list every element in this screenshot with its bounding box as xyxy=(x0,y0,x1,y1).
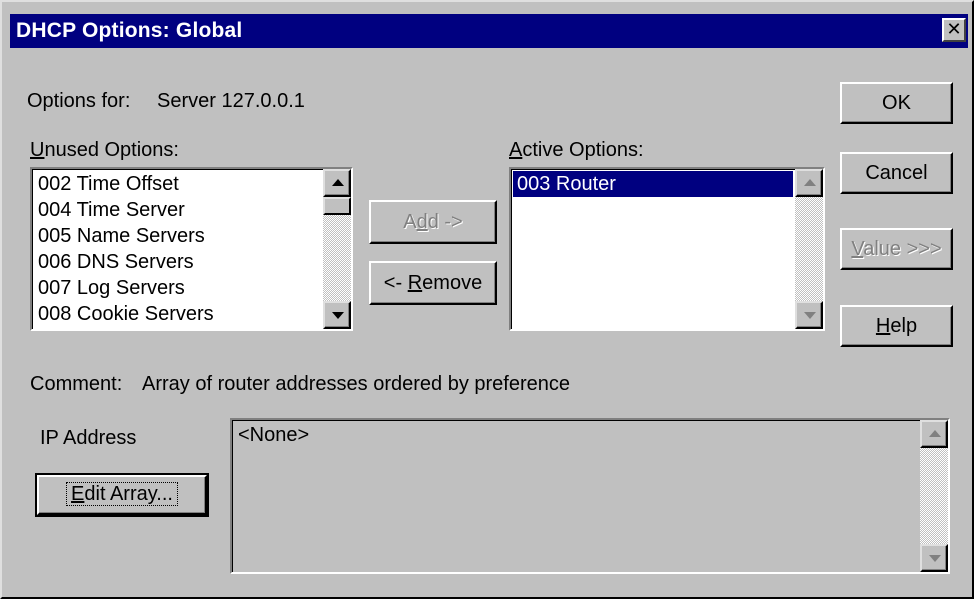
active-options-list[interactable]: 003 Router xyxy=(509,167,825,331)
ip-address-scrollbar[interactable] xyxy=(920,420,948,572)
list-item[interactable]: 004 Time Server xyxy=(34,197,321,223)
cancel-button[interactable]: Cancel xyxy=(840,152,953,194)
unused-options-scrollbar[interactable] xyxy=(323,169,351,329)
add-button[interactable]: Add -> xyxy=(369,200,497,244)
edit-array-mnemonic: E xyxy=(71,483,85,505)
list-item[interactable]: 002 Time Offset xyxy=(34,171,321,197)
close-icon[interactable]: ✕ xyxy=(942,18,966,42)
value-button-mnemonic: V xyxy=(851,238,864,260)
ip-address-value: <None> xyxy=(238,424,310,446)
value-button[interactable]: Value >>> xyxy=(840,228,953,270)
scroll-up-arrow-icon xyxy=(332,179,344,186)
scroll-down-arrow-icon xyxy=(804,312,816,319)
window-title: DHCP Options: Global xyxy=(16,19,243,42)
options-for-value: Server 127.0.0.1 xyxy=(157,90,305,112)
help-button-mnemonic: H xyxy=(875,315,891,337)
list-item[interactable]: 008 Cookie Servers xyxy=(34,301,321,327)
dhcp-options-dialog: DHCP Options: Global ✕ Options for: Serv… xyxy=(0,0,974,599)
remove-button[interactable]: <- Remove xyxy=(369,261,497,305)
comment-label: Comment: xyxy=(30,373,123,395)
add-button-text-a: A xyxy=(403,211,417,233)
scroll-down-button[interactable] xyxy=(920,544,948,572)
unused-options-mnemonic: U xyxy=(30,139,45,161)
unused-options-list[interactable]: 002 Time Offset 004 Time Server 005 Name… xyxy=(30,167,353,331)
scroll-up-arrow-icon xyxy=(929,430,941,437)
title-bar: DHCP Options: Global ✕ xyxy=(10,14,968,48)
edit-array-text: dit Array... xyxy=(84,483,173,505)
active-options-label: Active Options: xyxy=(509,139,644,162)
help-button[interactable]: Help xyxy=(840,305,953,347)
active-options-mnemonic: A xyxy=(509,139,523,161)
value-button-text: alue >>> xyxy=(863,238,942,260)
scroll-down-arrow-icon xyxy=(332,312,344,319)
unused-options-label: Unused Options: xyxy=(30,139,179,162)
comment-text: Array of router addresses ordered by pre… xyxy=(142,373,570,395)
add-button-mnemonic: d xyxy=(416,211,428,233)
remove-button-text-a: <- xyxy=(383,272,408,294)
scroll-down-arrow-icon xyxy=(929,555,941,562)
active-options-items: 003 Router xyxy=(513,171,793,197)
active-options-label-text: ctive Options: xyxy=(522,139,644,161)
help-button-text: elp xyxy=(890,315,918,337)
list-item[interactable]: 007 Log Servers xyxy=(34,275,321,301)
remove-button-mnemonic: R xyxy=(407,272,423,294)
list-item[interactable]: 005 Name Servers xyxy=(34,223,321,249)
ok-button[interactable]: OK xyxy=(840,82,953,124)
list-item[interactable]: 006 DNS Servers xyxy=(34,249,321,275)
remove-button-text-b: emove xyxy=(422,272,483,294)
scroll-up-button[interactable] xyxy=(323,169,351,197)
scroll-up-arrow-icon xyxy=(804,179,816,186)
scroll-up-button[interactable] xyxy=(920,420,948,448)
unused-options-items: 002 Time Offset 004 Time Server 005 Name… xyxy=(34,171,321,327)
list-item-selected[interactable]: 003 Router xyxy=(513,171,793,197)
unused-options-label-text: nused Options: xyxy=(44,139,179,161)
edit-array-button[interactable]: Edit Array... xyxy=(35,473,209,517)
active-options-scrollbar[interactable] xyxy=(795,169,823,329)
edit-array-focus: Edit Array... xyxy=(66,482,178,506)
scroll-down-button[interactable] xyxy=(323,301,351,329)
add-button-text-b: d -> xyxy=(427,211,463,233)
options-for-label: Options for: xyxy=(27,90,131,112)
scroll-up-button[interactable] xyxy=(795,169,823,197)
ip-address-label: IP Address xyxy=(40,427,137,449)
ip-address-value-box[interactable]: <None> xyxy=(230,418,950,574)
scroll-down-button[interactable] xyxy=(795,301,823,329)
scroll-thumb[interactable] xyxy=(323,197,351,215)
